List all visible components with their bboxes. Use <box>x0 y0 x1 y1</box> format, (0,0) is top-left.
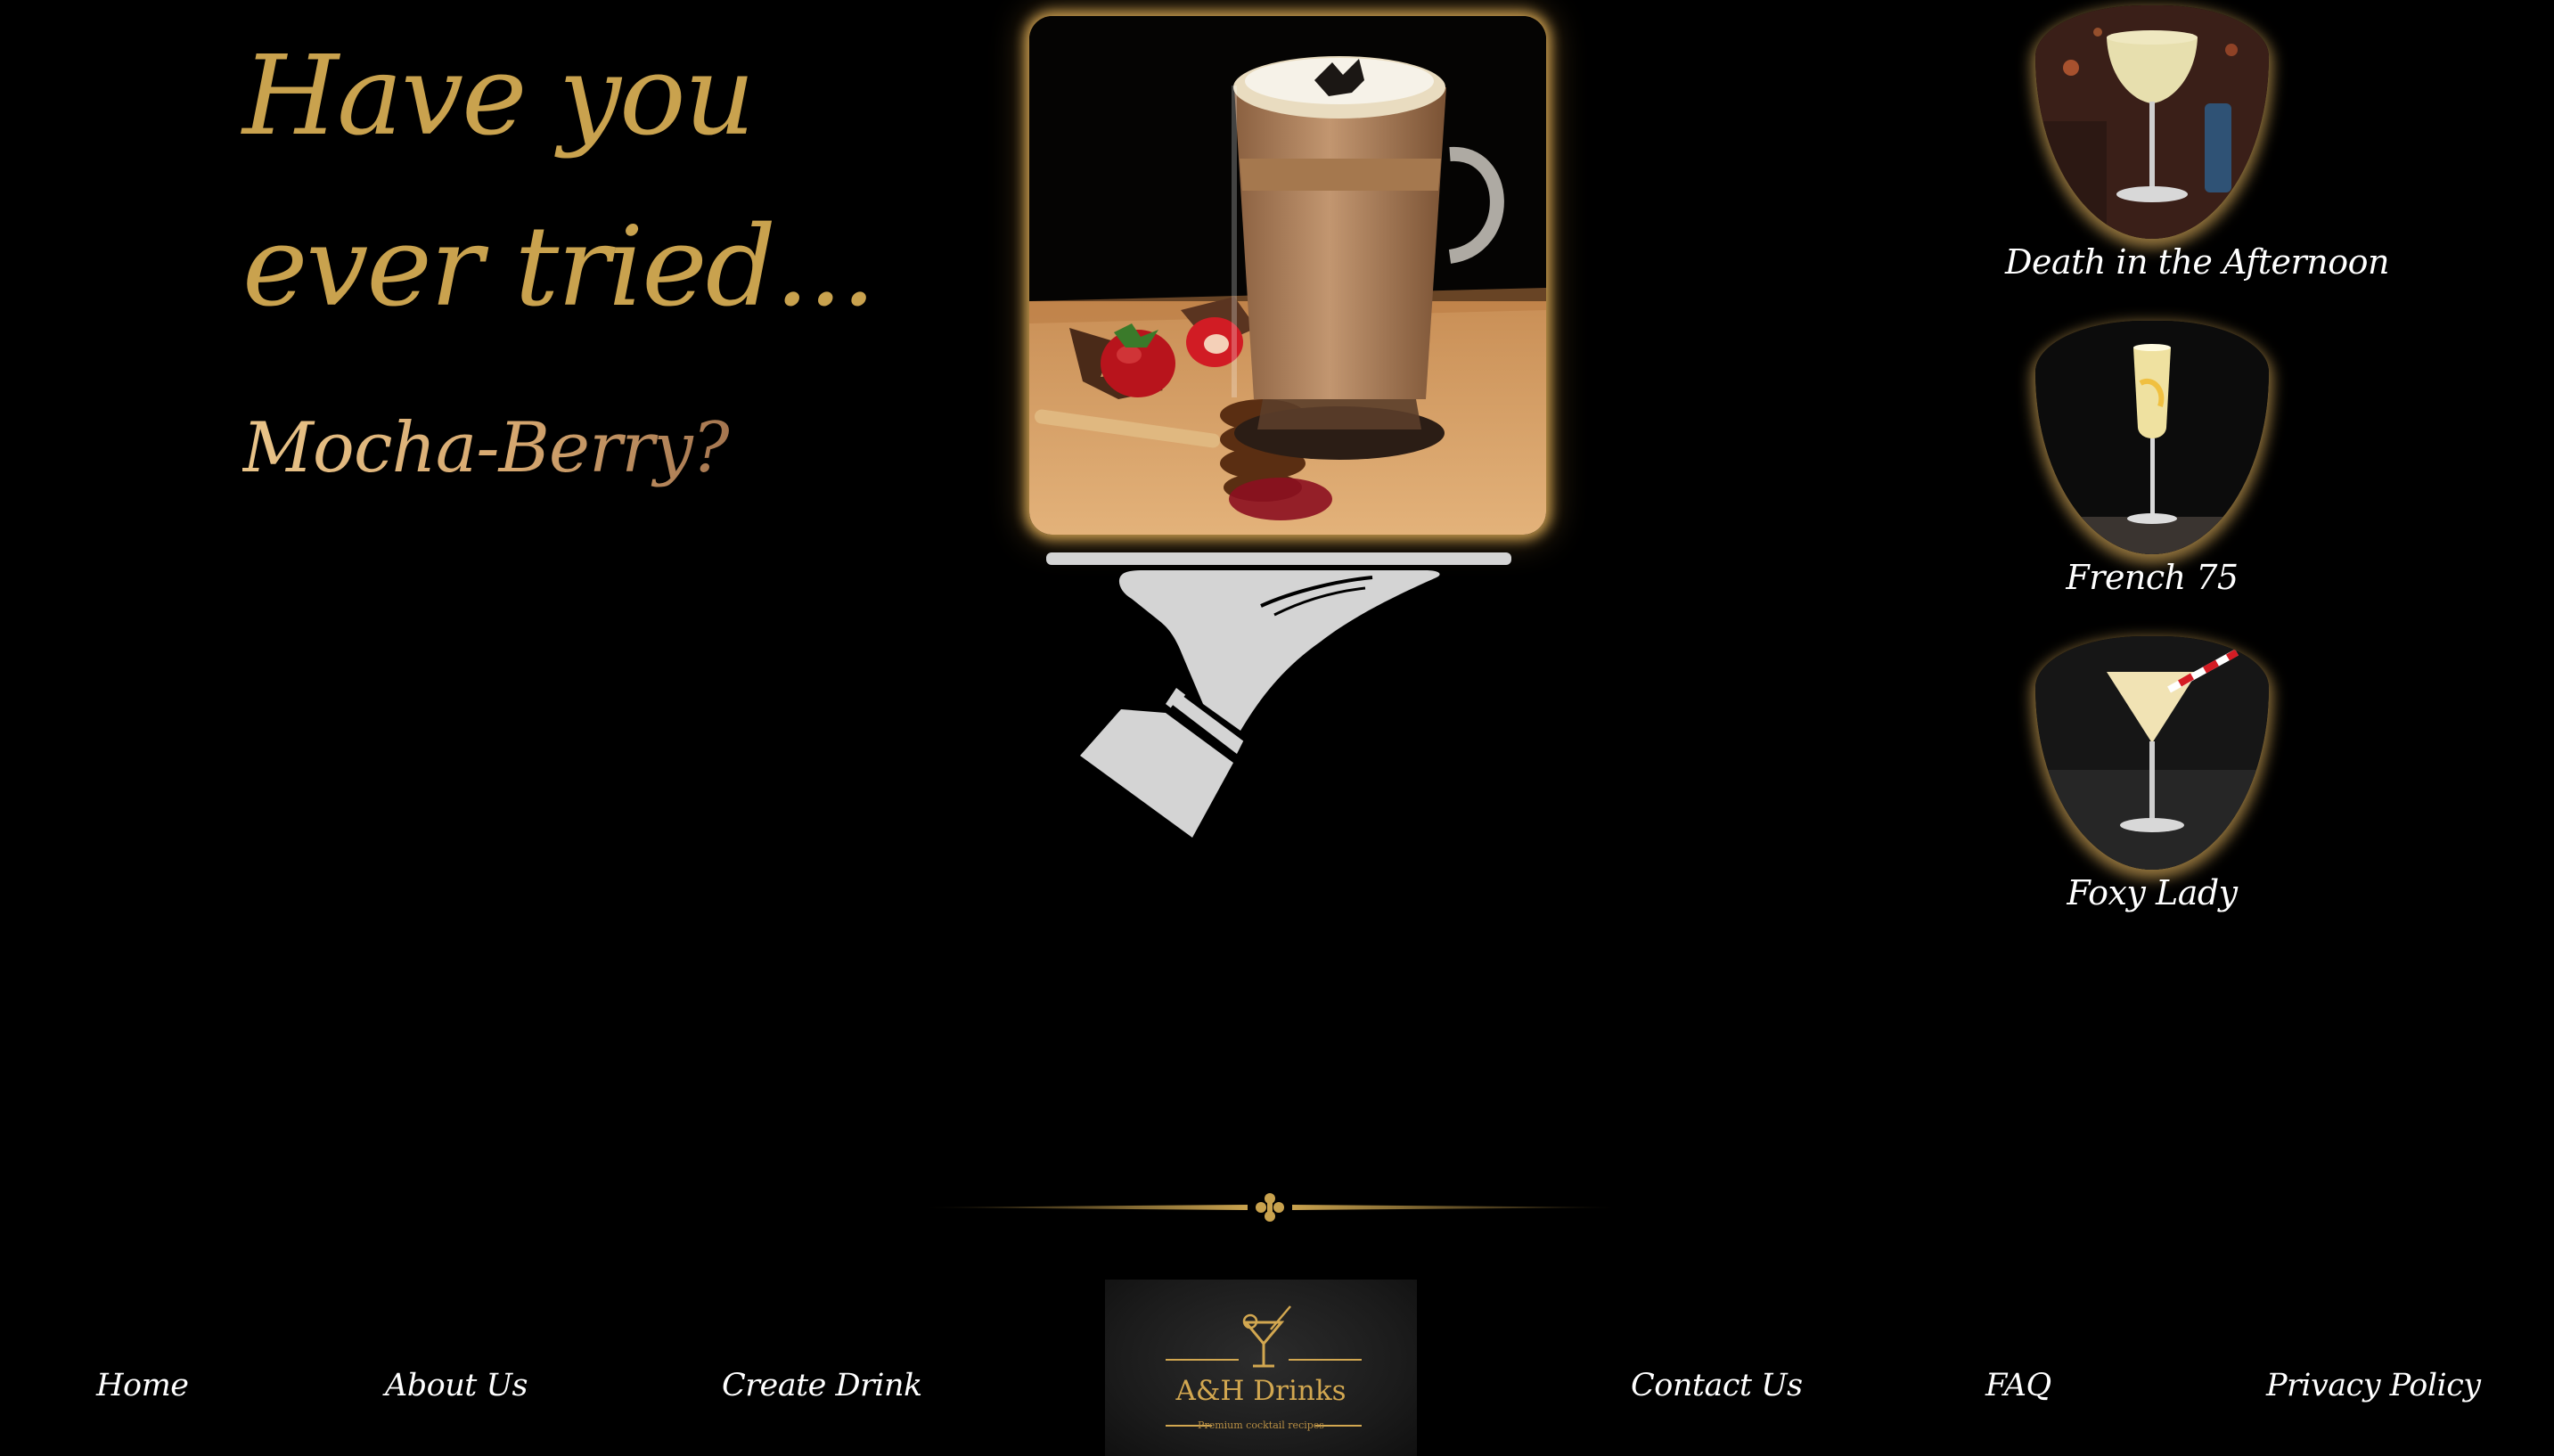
coupe-glass-photo <box>2035 5 2269 239</box>
featured-drink-name: Mocha-Berry? <box>242 408 730 488</box>
menu-item-name: Foxy Lady <box>2067 873 2238 912</box>
champagne-flute-photo <box>2035 321 2269 554</box>
menu-item-death-in-the-afternoon[interactable]: Death in the Afternoon <box>2005 5 2389 282</box>
nav-about-link[interactable]: About Us <box>385 1368 528 1403</box>
menu-item-name: French 75 <box>2066 558 2239 597</box>
cocktail-glass-icon <box>1166 1305 1362 1368</box>
serving-tray-hand-icon <box>1046 552 1511 838</box>
logo-title: A&H Drinks <box>1175 1375 1347 1407</box>
menu-item-foxy-lady[interactable]: Foxy Lady <box>2005 636 2299 912</box>
nav-home-link[interactable]: Home <box>96 1368 189 1403</box>
ornamental-divider <box>918 1193 1622 1222</box>
headline-line-2: ever tried... <box>242 203 876 331</box>
headline-line-1: Have you <box>242 32 755 160</box>
martini-glass-photo <box>2035 636 2269 870</box>
featured-drink-photo[interactable] <box>1029 16 1546 535</box>
nav-create-drink-link[interactable]: Create Drink <box>722 1368 922 1403</box>
nav-faq-link[interactable]: FAQ <box>1985 1368 2051 1403</box>
menu-item-name: Death in the Afternoon <box>2005 242 2389 282</box>
site-logo[interactable]: A&H Drinks Premium cocktail recipes <box>1105 1280 1417 1456</box>
logo-tagline: Premium cocktail recipes <box>1198 1419 1324 1431</box>
menu-item-french-75[interactable]: French 75 <box>2005 321 2299 597</box>
nav-contact-link[interactable]: Contact Us <box>1631 1368 1803 1403</box>
nav-privacy-policy-link[interactable]: Privacy Policy <box>2266 1368 2481 1403</box>
